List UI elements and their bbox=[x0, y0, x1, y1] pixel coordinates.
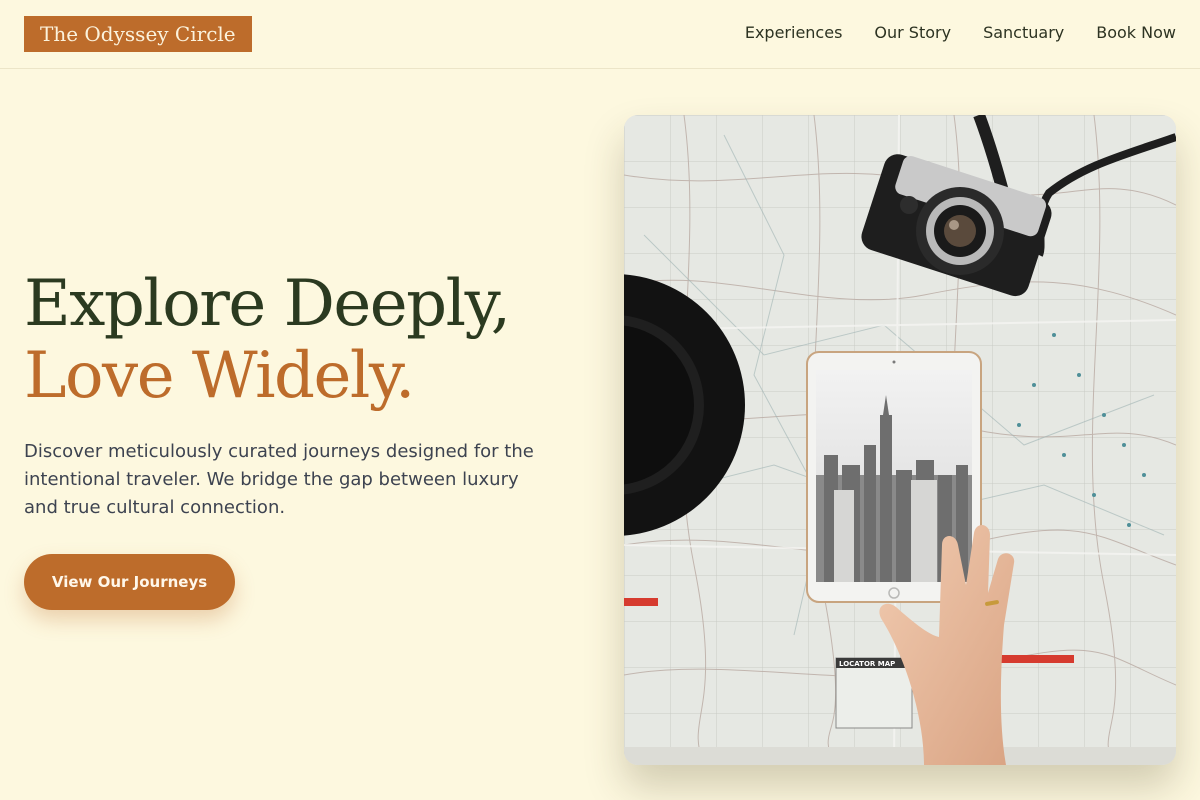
nav-link-sanctuary[interactable]: Sanctuary bbox=[983, 22, 1064, 44]
nav-link-our-story[interactable]: Our Story bbox=[874, 22, 951, 44]
view-journeys-button[interactable]: View Our Journeys bbox=[24, 554, 235, 610]
nav-link-book-now[interactable]: Book Now bbox=[1096, 22, 1176, 44]
site-header: The Odyssey Circle Experiences Our Story… bbox=[0, 0, 1200, 69]
hero-description: Discover meticulously curated journeys d… bbox=[24, 441, 534, 518]
brand-logo[interactable]: The Odyssey Circle bbox=[24, 16, 252, 52]
hero-image: LOCATOR MAP bbox=[624, 115, 1176, 765]
locator-map-label: LOCATOR MAP bbox=[839, 660, 895, 668]
nav-link-experiences[interactable]: Experiences bbox=[745, 22, 843, 44]
hero-headline-line2: Love Widely. bbox=[24, 339, 415, 413]
hero-headline-line1: Explore Deeply, bbox=[24, 267, 511, 341]
hero-headline: Explore Deeply, Love Widely. bbox=[24, 268, 604, 412]
main-nav: Experiences Our Story Sanctuary Book Now bbox=[745, 22, 1176, 44]
